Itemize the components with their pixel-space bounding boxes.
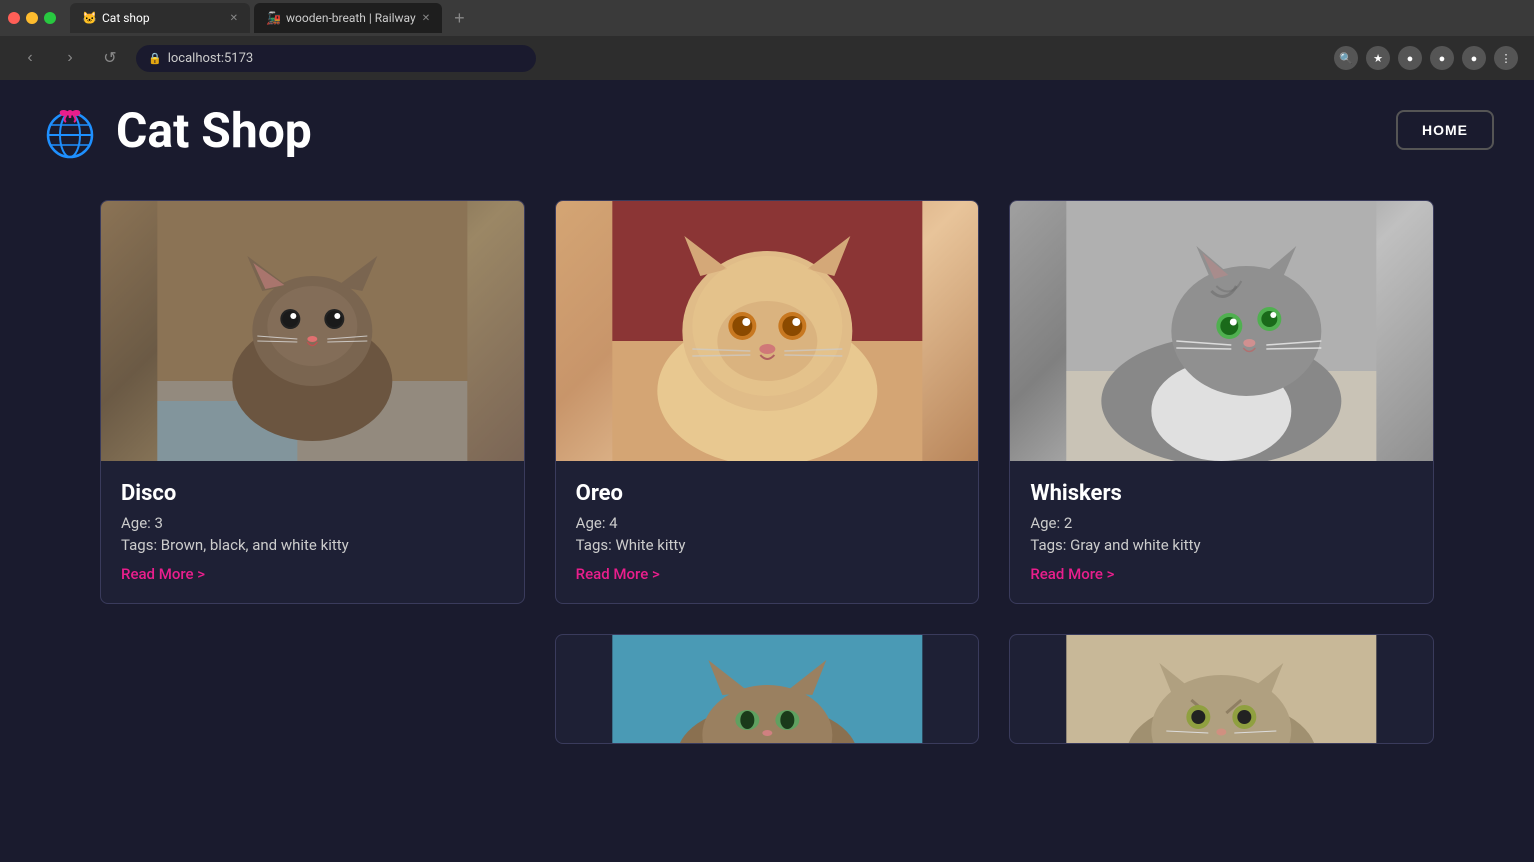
inactive-tab-close[interactable]: ✕	[422, 13, 430, 24]
active-tab-close[interactable]: ✕	[230, 13, 238, 24]
maximize-window-dot[interactable]	[44, 12, 56, 24]
cat-name-oreo: Oreo	[576, 481, 959, 506]
browser-chrome: 🐱 Cat shop ✕ 🚂 wooden-breath | Railway ✕…	[0, 0, 1534, 80]
cat-card-bottom-1	[555, 634, 980, 744]
cards-grid-bottom	[100, 634, 1434, 744]
cat-card-disco: Disco Age: 3 Tags: Brown, black, and whi…	[100, 200, 525, 604]
cat-tags-whiskers: Tags: Gray and white kitty	[1030, 536, 1413, 554]
cat-name-whiskers: Whiskers	[1030, 481, 1413, 506]
cat-tags-oreo: Tags: White kitty	[576, 536, 959, 554]
card-body-whiskers: Whiskers Age: 2 Tags: Gray and white kit…	[1010, 461, 1433, 603]
cat-age-whiskers: Age: 2	[1030, 514, 1413, 532]
site-logo	[40, 100, 100, 160]
cat-image-oreo	[556, 201, 979, 461]
tab-favicon-railway: 🚂	[266, 11, 280, 25]
page-content: Cat Shop HOME	[0, 80, 1534, 764]
url-text: localhost:5173	[168, 51, 254, 66]
cat-image-disco	[101, 201, 524, 461]
active-tab[interactable]: 🐱 Cat shop ✕	[70, 3, 250, 33]
extension-icon-1[interactable]: ●	[1398, 46, 1422, 70]
extension-icon-2[interactable]: ●	[1430, 46, 1454, 70]
search-icon[interactable]: 🔍	[1334, 46, 1358, 70]
cat-svg-bottom-1	[556, 635, 979, 744]
read-more-oreo[interactable]: Read More >	[576, 565, 660, 583]
lock-icon: 🔒	[148, 52, 162, 65]
cat-age-disco: Age: 3	[121, 514, 504, 532]
cat-card-whiskers: Whiskers Age: 2 Tags: Gray and white kit…	[1009, 200, 1434, 604]
read-more-whiskers[interactable]: Read More >	[1030, 565, 1114, 583]
url-bar[interactable]: 🔒 localhost:5173	[136, 45, 536, 72]
card-body-oreo: Oreo Age: 4 Tags: White kitty Read More …	[556, 461, 979, 603]
refresh-button[interactable]: ↺	[96, 44, 124, 72]
forward-button[interactable]: ›	[56, 44, 84, 72]
read-more-disco[interactable]: Read More >	[121, 565, 205, 583]
cat-image-whiskers	[1010, 201, 1433, 461]
bookmark-icon[interactable]: ★	[1366, 46, 1390, 70]
cards-grid: Disco Age: 3 Tags: Brown, black, and whi…	[100, 200, 1434, 604]
browser-tabs: 🐱 Cat shop ✕ 🚂 wooden-breath | Railway ✕…	[0, 0, 1534, 36]
minimize-window-dot[interactable]	[26, 12, 38, 24]
site-title: Cat Shop	[116, 102, 312, 159]
address-bar: ‹ › ↺ 🔒 localhost:5173 🔍 ★ ● ● ● ⋮	[0, 36, 1534, 80]
cat-tags-disco: Tags: Brown, black, and white kitty	[121, 536, 504, 554]
cat-svg-bottom-2	[1010, 635, 1433, 744]
cat-age-oreo: Age: 4	[576, 514, 959, 532]
active-tab-label: Cat shop	[102, 11, 150, 25]
add-tab-button[interactable]: +	[446, 8, 473, 29]
cat-svg-disco	[101, 201, 524, 461]
inactive-tab-label: wooden-breath | Railway	[286, 11, 416, 25]
cards-section: Disco Age: 3 Tags: Brown, black, and whi…	[0, 180, 1534, 764]
card-body-disco: Disco Age: 3 Tags: Brown, black, and whi…	[101, 461, 524, 603]
cat-card-bottom-2	[1009, 634, 1434, 744]
home-button[interactable]: HOME	[1396, 110, 1494, 150]
cat-svg-oreo	[556, 201, 979, 461]
site-header: Cat Shop HOME	[0, 80, 1534, 180]
window-controls	[8, 12, 56, 24]
back-button[interactable]: ‹	[16, 44, 44, 72]
cat-card-oreo: Oreo Age: 4 Tags: White kitty Read More …	[555, 200, 980, 604]
cat-name-disco: Disco	[121, 481, 504, 506]
menu-icon[interactable]: ⋮	[1494, 46, 1518, 70]
extension-icon-3[interactable]: ●	[1462, 46, 1486, 70]
toolbar-icons: 🔍 ★ ● ● ● ⋮	[1334, 46, 1518, 70]
cat-svg-whiskers	[1010, 201, 1433, 461]
close-window-dot[interactable]	[8, 12, 20, 24]
inactive-tab[interactable]: 🚂 wooden-breath | Railway ✕	[254, 3, 442, 33]
logo-container: Cat Shop	[40, 100, 312, 160]
tab-favicon-catshop: 🐱	[82, 11, 96, 25]
